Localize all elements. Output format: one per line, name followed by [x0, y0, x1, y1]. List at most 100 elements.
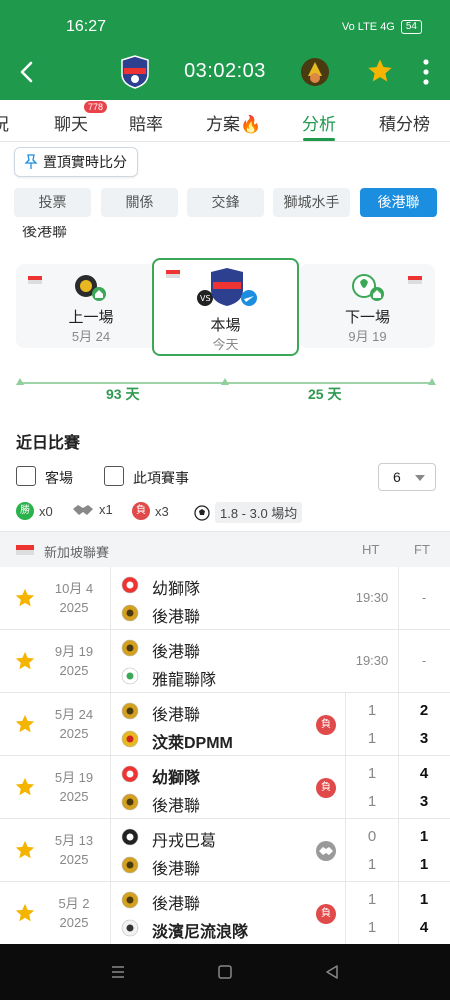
- pin-button-label: 置頂實時比分: [43, 154, 127, 170]
- divider: [345, 756, 346, 819]
- match-count-value: 6: [393, 469, 401, 485]
- ft-score-placeholder: -: [421, 653, 427, 668]
- ft-home-score: 1: [419, 828, 429, 845]
- away-team-logo-icon: [121, 919, 139, 937]
- match-count-select[interactable]: 6: [378, 463, 436, 491]
- loss-result-badge: 負: [316, 904, 336, 924]
- previous-match-card[interactable]: 上一場 5月 24: [16, 264, 166, 348]
- favorite-star-icon[interactable]: [366, 57, 394, 85]
- ft-away-score: 4: [419, 919, 429, 936]
- away-team-logo-icon: [121, 730, 139, 748]
- subtab-home-team[interactable]: 獅城水手: [273, 188, 350, 217]
- loss-icon: 負: [132, 502, 150, 520]
- recent-matches-section: 近日比賽 客場 此項賽事 6 勝 x0 x1 負 x3 1.8 - 3.0 場均: [0, 421, 450, 531]
- match-row[interactable]: 10月 4 2025 幼獅隊 後港聯 19:30 -: [0, 567, 450, 630]
- handshake-icon: [73, 504, 93, 515]
- competition-filter-checkbox[interactable]: [104, 466, 124, 486]
- tab-standings[interactable]: 積分榜: [379, 110, 430, 135]
- tab-chat[interactable]: 聊天: [54, 110, 88, 135]
- status-icons: Vo LTE 4G 54: [342, 20, 422, 34]
- divider: [345, 693, 346, 756]
- draw-stat: x1: [72, 502, 113, 517]
- ht-away-score: 1: [367, 919, 377, 936]
- away-filter-label[interactable]: 客場: [45, 468, 73, 488]
- match-row[interactable]: 5月 2 2025 後港聯 淡濱尼流浪隊 負 1 1 1 4: [0, 882, 450, 945]
- match-day: 5月 19: [54, 770, 94, 785]
- back-icon[interactable]: [324, 964, 340, 980]
- soccer-ball-icon: [194, 504, 210, 521]
- previous-match-label: 上一場: [68, 309, 114, 326]
- opponent-logo-icon: [352, 274, 384, 301]
- divider: [345, 882, 346, 945]
- match-day: 5月 2: [58, 896, 90, 911]
- kickoff-time: 19:30: [355, 653, 389, 668]
- home-team-name: 幼獅隊: [152, 581, 201, 598]
- match-row[interactable]: 5月 19 2025 幼獅隊 後港聯 負 1 1 4 3: [0, 756, 450, 819]
- ht-away-score: 1: [367, 730, 377, 747]
- current-match-logos-icon: VS: [197, 268, 257, 306]
- svg-text:VS: VS: [200, 294, 211, 303]
- divider: [398, 630, 399, 693]
- match-row[interactable]: 9月 19 2025 後港聯 雅龍聯隊 19:30 -: [0, 630, 450, 693]
- favorite-star-icon[interactable]: [14, 776, 36, 798]
- tab-analysis[interactable]: 分析: [302, 110, 336, 135]
- favorite-star-icon[interactable]: [14, 839, 36, 861]
- tab-status[interactable]: 況: [0, 110, 9, 135]
- match-row[interactable]: 5月 24 2025 後港聯 汶萊DPMM 負 1 1 2 3: [0, 693, 450, 756]
- tab-plans[interactable]: 方案🔥: [206, 110, 261, 135]
- away-filter-checkbox[interactable]: [16, 466, 36, 486]
- next-match-card[interactable]: 下一場 9月 19: [300, 264, 435, 348]
- match-header: 03:02:03: [0, 46, 450, 100]
- home-icon[interactable]: [217, 964, 233, 980]
- kickoff-time: 19:30: [355, 590, 389, 605]
- divider: [110, 819, 111, 882]
- next-match-label: 下一場: [344, 309, 390, 326]
- favorite-star-icon[interactable]: [14, 650, 36, 672]
- competition-filter-label[interactable]: 此項賽事: [133, 468, 189, 488]
- match-day: 9月 19: [54, 644, 94, 659]
- chevron-down-icon: [415, 475, 425, 481]
- away-team-logo-icon: [121, 856, 139, 874]
- ft-away-score: 3: [419, 793, 429, 810]
- favorite-star-icon[interactable]: [14, 713, 36, 735]
- previous-match-date: 5月 24: [71, 329, 111, 344]
- ht-home-score: 1: [367, 702, 377, 719]
- menu-icon[interactable]: [110, 964, 126, 980]
- home-team-logo-icon: [121, 639, 139, 657]
- flag-icon: [28, 276, 42, 284]
- away-team-name: 淡濱尼流浪隊: [152, 924, 249, 941]
- section-title: 後港聯: [22, 226, 68, 240]
- loss-stat: 負 x3: [132, 502, 169, 520]
- match-day: 5月 13: [54, 833, 94, 848]
- top-bar: 16:27 Vo LTE 4G 54 03:02:03: [0, 0, 450, 100]
- flag-icon: [166, 270, 180, 278]
- subtab-h2h[interactable]: 交鋒: [187, 188, 264, 217]
- match-year: 2025: [59, 600, 89, 615]
- divider: [398, 819, 399, 882]
- away-team-name: 後港聯: [152, 609, 201, 626]
- favorite-star-icon[interactable]: [14, 902, 36, 924]
- match-date: 5月 24 2025: [46, 705, 102, 743]
- schedule-section: 後港聯 上一場 5月 24 下一場 9月 19 VS 本場 今天 93 天 25…: [0, 226, 450, 421]
- away-team-name: 雅龍聯隊: [152, 672, 217, 689]
- more-menu-icon[interactable]: [422, 58, 430, 86]
- favorite-star-icon[interactable]: [14, 587, 36, 609]
- subtab-away-team[interactable]: 後港聯: [360, 188, 437, 217]
- divider: [110, 630, 111, 693]
- match-day: 10月 4: [54, 581, 94, 596]
- home-team-logo-icon: [121, 891, 139, 909]
- match-date: 9月 19 2025: [46, 642, 102, 680]
- subtab-relation[interactable]: 關係: [101, 188, 178, 217]
- tab-odds[interactable]: 賠率: [129, 110, 163, 135]
- pin-live-score-button[interactable]: 置頂實時比分: [14, 147, 138, 177]
- home-team-logo-icon: [121, 828, 139, 846]
- subtab-vote[interactable]: 投票: [14, 188, 91, 217]
- ft-score-placeholder: -: [421, 590, 427, 605]
- flag-icon: [408, 276, 422, 284]
- match-row[interactable]: 5月 13 2025 丹戎巴葛 後港聯 0 1 1 1: [0, 819, 450, 882]
- home-team-name: 幼獅隊: [152, 770, 201, 787]
- away-team-logo-icon[interactable]: [298, 54, 332, 90]
- ft-home-score: 4: [419, 765, 429, 782]
- current-match-card[interactable]: VS 本場 今天: [152, 258, 299, 356]
- divider: [398, 756, 399, 819]
